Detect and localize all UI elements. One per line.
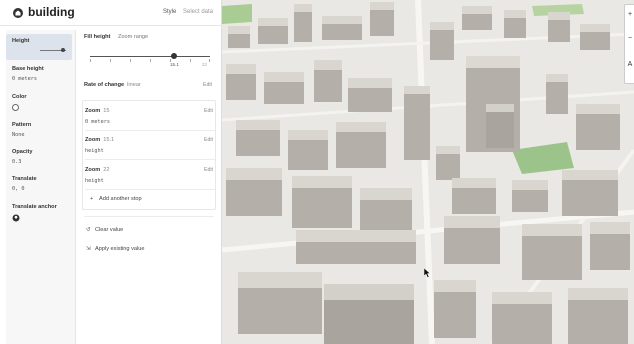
rate-of-change-label: Rate of change xyxy=(84,82,125,88)
property-opacity[interactable]: Opacity 0.3 xyxy=(12,149,33,166)
color-swatch[interactable] xyxy=(12,104,19,111)
divider xyxy=(85,130,215,131)
zoom-range-slider[interactable]: 15.1 22 xyxy=(90,48,210,68)
zoom-stop-level: 15 xyxy=(103,108,110,114)
property-label: Opacity xyxy=(12,149,33,155)
zoom-stops-list: Zoom 15 Edit 0 meters Zoom 15.1 Edit heigh… xyxy=(82,100,216,210)
property-value: 0, 0 xyxy=(12,186,25,192)
layer-name: building xyxy=(28,5,75,19)
property-label: Pattern xyxy=(12,122,32,128)
slider-tick xyxy=(209,59,210,62)
zoom-slider-end-label: 22 xyxy=(202,62,208,67)
property-value: 0 meters xyxy=(12,76,37,82)
park-area xyxy=(222,4,252,24)
edit-button[interactable]: Edit xyxy=(204,167,213,173)
zoom-stop-level: 22 xyxy=(103,167,110,173)
height-mini-knob xyxy=(61,48,65,52)
zoom-stop-title: Zoom xyxy=(85,137,101,143)
property-pattern[interactable]: Pattern None xyxy=(12,122,31,139)
map-controls: + − A xyxy=(624,4,634,84)
property-base-height[interactable]: Base height 0 meters xyxy=(12,66,44,83)
slider-tick xyxy=(130,59,131,62)
edit-button[interactable]: Edit xyxy=(204,137,213,143)
slider-tick xyxy=(150,59,151,62)
property-label: Color xyxy=(12,94,27,100)
undo-icon: ↺ xyxy=(86,227,91,233)
property-translate[interactable]: Translate 0, 0 xyxy=(12,176,37,193)
zoom-out-button[interactable]: − xyxy=(626,35,634,43)
zoom-stop-title: Zoom xyxy=(85,167,101,173)
zoom-stop-value: height xyxy=(85,178,104,184)
property-value: None xyxy=(12,132,25,138)
zoom-stop-value: height xyxy=(85,148,104,154)
layer-icon xyxy=(13,8,23,18)
apply-existing-value-button[interactable]: ⇲ Apply existing value xyxy=(86,246,144,252)
divider xyxy=(85,189,215,190)
zoom-stop[interactable]: Zoom 15.1 Edit height xyxy=(85,137,215,154)
property-label: Base height xyxy=(12,66,44,72)
property-list: Height Base height 0 meters Color Patter… xyxy=(6,30,76,344)
clear-value-button[interactable]: ↺ Clear value xyxy=(86,227,123,233)
tab-select-data[interactable]: Select data xyxy=(183,9,213,15)
plus-icon: + xyxy=(90,196,94,202)
panel-header: building Style Select data xyxy=(0,0,222,26)
divider xyxy=(84,216,214,217)
property-height[interactable]: Height xyxy=(12,38,29,45)
map-canvas[interactable] xyxy=(222,0,634,344)
property-value: 0.3 xyxy=(12,159,22,165)
apply-existing-label: Apply existing value xyxy=(95,246,145,252)
rate-of-change-value: linear xyxy=(127,82,141,88)
zoom-stop-value: 0 meters xyxy=(85,119,110,125)
divider xyxy=(85,159,215,160)
clear-value-label: Clear value xyxy=(95,227,124,233)
zoom-stop-title: Zoom xyxy=(85,108,101,114)
property-label: Translate anchor xyxy=(12,204,57,210)
zoom-stop-level: 15.1 xyxy=(103,137,115,143)
property-label: Height xyxy=(12,38,30,44)
apply-icon: ⇲ xyxy=(86,246,91,252)
fill-height-label: Fill height xyxy=(84,34,111,40)
add-stop-button[interactable]: + Add another stop xyxy=(90,196,142,202)
zoom-stop[interactable]: Zoom 15 Edit 0 meters xyxy=(85,108,215,125)
zoom-range-label[interactable]: Zoom range xyxy=(118,34,148,40)
slider-tick xyxy=(90,59,91,62)
anchor-icon[interactable] xyxy=(12,214,20,222)
property-label: Translate xyxy=(12,176,37,182)
zoom-in-button[interactable]: + xyxy=(626,11,634,19)
add-stop-label: Add another stop xyxy=(99,196,142,202)
edit-button[interactable]: Edit xyxy=(204,108,213,114)
style-panel: building Style Select data Height Base h… xyxy=(0,0,222,344)
edit-button[interactable]: Edit xyxy=(203,82,212,88)
tab-style[interactable]: Style xyxy=(163,9,176,15)
zoom-slider-track xyxy=(90,56,210,57)
compass-button[interactable]: A xyxy=(626,61,634,69)
property-color[interactable]: Color xyxy=(12,94,27,111)
property-translate-anchor[interactable]: Translate anchor xyxy=(12,204,57,225)
slider-tick xyxy=(190,59,191,62)
zoom-slider-knob[interactable] xyxy=(171,53,177,59)
zoom-slider-readout: 15.1 xyxy=(170,62,179,67)
zoom-stop[interactable]: Zoom 22 Edit height xyxy=(85,167,215,184)
cursor-icon xyxy=(424,268,431,278)
map-view[interactable]: + − A xyxy=(222,0,634,344)
rate-of-change-row[interactable]: Rate of change linear Edit xyxy=(84,82,214,88)
slider-tick xyxy=(110,59,111,62)
